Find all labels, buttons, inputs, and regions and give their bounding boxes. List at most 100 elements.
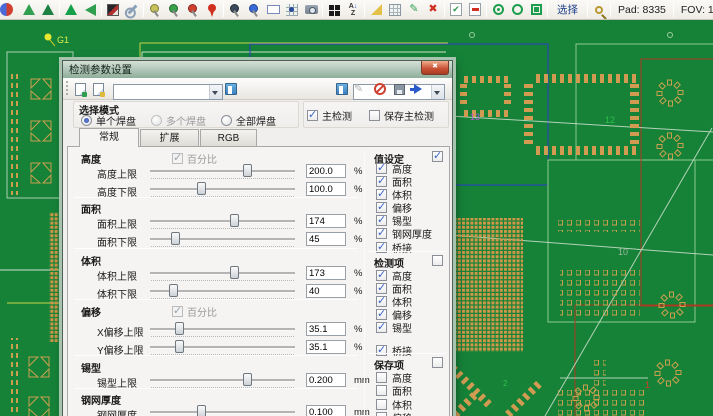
area-upper-slider[interactable] [150,214,295,229]
exit-icon[interactable] [414,81,422,97]
square-stop-icon[interactable] [528,2,544,18]
select-button[interactable]: 选择 [551,2,584,17]
volume-lower-slider[interactable] [150,284,295,299]
notebook-icon-2[interactable] [336,81,348,97]
radio-icon[interactable] [81,115,92,126]
magnifier-icon[interactable] [591,2,607,18]
check-item[interactable]: 桥接 [376,343,412,358]
pin-green-icon[interactable] [166,2,182,18]
checkbox-icon[interactable] [376,270,387,281]
slider-thumb[interactable] [175,340,184,353]
offset-y-value[interactable] [306,340,346,354]
checkbox-icon[interactable] [376,202,387,213]
slider-thumb[interactable] [230,266,239,279]
profile-combo-1[interactable] [113,84,223,100]
delete-x-icon[interactable]: ✖ [425,2,441,18]
check-item[interactable]: 面积 [376,383,412,398]
grid-circle-icon[interactable] [284,2,300,18]
pin-red-icon[interactable] [185,2,201,18]
check-item[interactable]: 偏移 [376,410,412,416]
radio-icon[interactable] [221,115,232,126]
checkbox-icon[interactable] [376,215,387,226]
doc-check-icon[interactable]: ✔ [448,2,464,18]
height-lower-slider[interactable] [150,182,295,197]
forbid-icon[interactable] [374,81,386,97]
check-item[interactable]: 桥接 [376,240,412,255]
area-upper-value[interactable] [306,214,346,228]
area-lower-value[interactable] [306,232,346,246]
import-profile-icon[interactable] [75,81,86,97]
stencil-slider[interactable] [150,405,295,416]
save-icon[interactable] [394,81,405,97]
height-upper-slider[interactable] [150,164,295,179]
radio-all-pads[interactable]: 全部焊盘 [221,113,276,128]
slider-thumb[interactable] [171,232,180,245]
checkbox-icon[interactable] [376,309,387,320]
volume-lower-value[interactable] [306,284,346,298]
measure-a-icon[interactable] [21,2,37,18]
slider-thumb[interactable] [243,373,252,386]
checkbox-icon[interactable] [376,163,387,174]
checkbox-icon[interactable] [376,345,387,356]
tools-icon[interactable] [124,2,140,18]
slider-thumb[interactable] [169,284,178,297]
checkbox-icon[interactable] [307,110,318,121]
checkbox-save-main-detect[interactable]: 保存主检测 [369,108,434,123]
tab-rgb[interactable]: RGB [200,129,257,147]
check-item[interactable]: 钢网厚度 [376,226,432,241]
camera-icon[interactable] [303,2,319,18]
slider-thumb[interactable] [197,182,206,195]
volume-upper-slider[interactable] [150,266,295,281]
slider-thumb[interactable] [197,405,206,416]
group-checkbox-save-items[interactable] [432,357,443,368]
toolbar-grip[interactable] [66,81,70,95]
measure-b-icon[interactable] [40,2,56,18]
edit-plot-icon[interactable]: ✎ [406,2,422,18]
region-rect-icon[interactable] [265,2,281,18]
checkbox-icon[interactable] [376,176,387,187]
checkbox-icon[interactable] [376,372,387,383]
solder-shape-value[interactable] [306,373,346,387]
checkbox-icon[interactable] [376,385,387,396]
checkbox-icon[interactable] [376,296,387,307]
volume-upper-value[interactable] [306,266,346,280]
checkbox-main-detect[interactable]: 主检测 [307,108,352,123]
group-checkbox-value-set[interactable] [432,151,443,162]
height-upper-value[interactable] [306,164,346,178]
checkbox-icon[interactable] [376,228,387,239]
color-swatch-icon[interactable] [105,2,121,18]
pin-dark-icon[interactable] [227,2,243,18]
pin-blue-icon[interactable] [246,2,262,18]
checkbox-icon[interactable] [376,412,387,416]
check-item[interactable]: 锡型 [376,320,412,335]
checkbox-icon[interactable] [376,283,387,294]
notebook-icon-1[interactable] [225,81,237,97]
group-checkbox-detect-items[interactable] [432,255,443,266]
sort-az-icon[interactable]: A↓Z [345,2,361,18]
cone-left-icon[interactable] [82,2,98,18]
offset-y-slider[interactable] [150,340,295,355]
height-lower-value[interactable] [306,182,346,196]
radio-single-pad[interactable]: 单个焊盘 [81,113,136,128]
tab-general[interactable]: 常规 [79,128,139,147]
checkbox-icon[interactable] [376,399,387,410]
offset-x-value[interactable] [306,322,346,336]
stencil-value[interactable] [306,405,346,416]
doc-minus-icon[interactable] [467,2,483,18]
map-marker-icon[interactable] [204,2,220,18]
checkbox-icon[interactable] [376,189,387,200]
record-circle-icon[interactable] [490,2,506,18]
checkbox-icon[interactable] [376,322,387,333]
slider-thumb[interactable] [243,164,252,177]
dialog-titlebar[interactable]: 检测参数设置 ✖ [63,61,452,78]
offset-x-slider[interactable] [150,322,295,337]
export-profile-icon[interactable] [93,81,104,97]
tab-extended[interactable]: 扩展 [140,129,199,147]
area-lower-slider[interactable] [150,232,295,247]
pin-yellow-icon[interactable] [147,2,163,18]
slider-thumb[interactable] [175,322,184,335]
solder-shape-slider[interactable] [150,373,295,388]
set-square-icon[interactable] [368,2,384,18]
grid-icon[interactable] [387,2,403,18]
close-button[interactable]: ✖ [421,61,449,75]
